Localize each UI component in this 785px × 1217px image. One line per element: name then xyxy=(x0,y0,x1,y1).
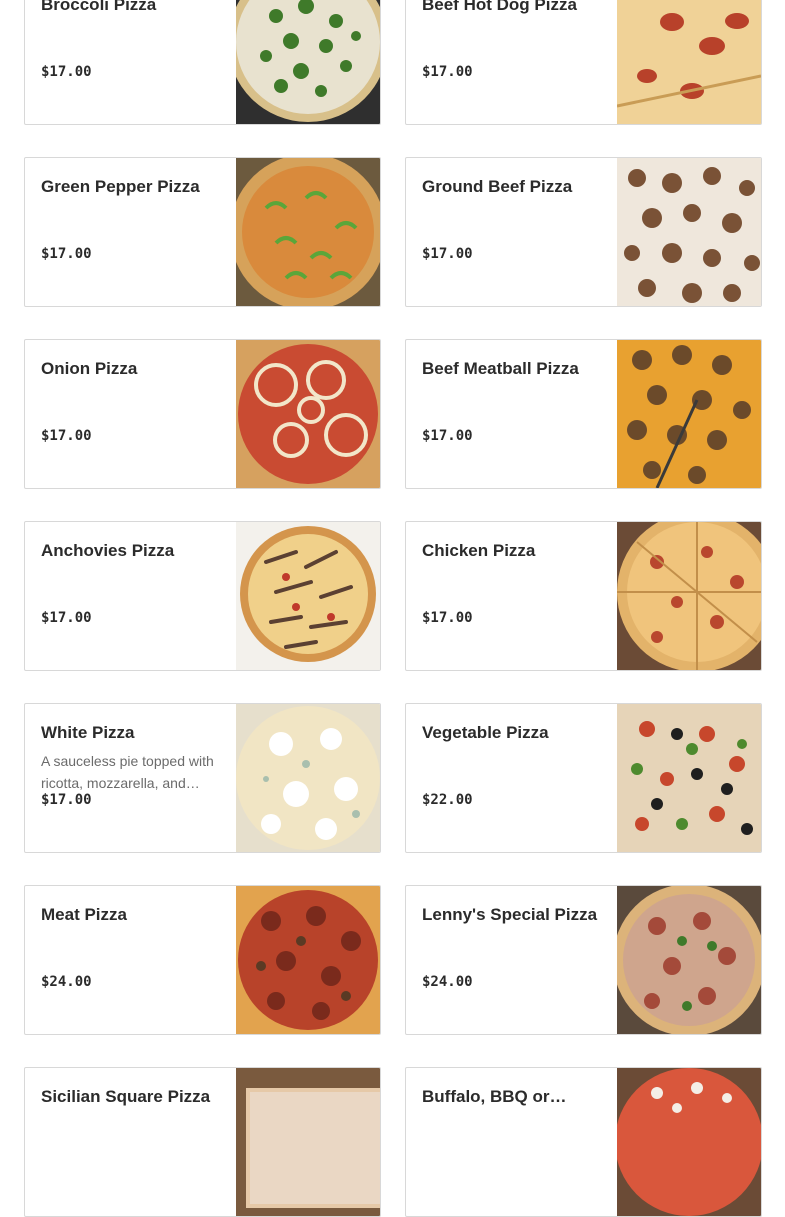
menu-item-card[interactable]: Anchovies Pizza $17.00 xyxy=(24,521,381,671)
green-pepper-pizza-image xyxy=(236,158,380,306)
item-price: $17.00 xyxy=(41,610,92,626)
item-name: Vegetable Pizza xyxy=(422,723,549,742)
item-name: Anchovies Pizza xyxy=(41,541,175,560)
item-name: Onion Pizza xyxy=(41,359,138,378)
item-name: Beef Hot Dog Pizza xyxy=(422,0,577,14)
item-name: Broccoli Pizza xyxy=(41,0,157,14)
menu-item-card[interactable]: Sicilian Square Pizza xyxy=(24,1067,381,1217)
menu-item-card[interactable]: Beef Hot Dog Pizza $17.00 xyxy=(405,0,762,125)
menu-item-card[interactable]: Buffalo, BBQ or… xyxy=(405,1067,762,1217)
ground-beef-pizza-image xyxy=(617,158,761,306)
item-name: Meat Pizza xyxy=(41,905,127,924)
item-price: $24.00 xyxy=(422,974,473,990)
anchovies-pizza-image xyxy=(236,522,380,670)
item-name: Sicilian Square Pizza xyxy=(41,1087,211,1106)
item-price: $17.00 xyxy=(41,246,92,262)
item-name: Green Pepper Pizza xyxy=(41,177,200,196)
menu-item-card[interactable]: Ground Beef Pizza $17.00 xyxy=(405,157,762,307)
sicilian-pizza-image xyxy=(236,1068,380,1216)
menu-item-card[interactable]: Green Pepper Pizza $17.00 xyxy=(24,157,381,307)
vegetable-pizza-image xyxy=(617,704,761,852)
item-name: Lenny's Special Pizza xyxy=(422,905,598,924)
item-name: Chicken Pizza xyxy=(422,541,536,560)
item-name: Beef Meatball Pizza xyxy=(422,359,579,378)
buffalo-pizza-image xyxy=(617,1068,761,1216)
item-name: Ground Beef Pizza xyxy=(422,177,573,196)
item-price: $17.00 xyxy=(422,610,473,626)
menu-item-card[interactable]: Beef Meatball Pizza $17.00 xyxy=(405,339,762,489)
white-pizza-image xyxy=(236,704,380,852)
menu-item-card[interactable]: Meat Pizza $24.00 xyxy=(24,885,381,1035)
menu-item-card[interactable]: Broccoli Pizza $17.00 xyxy=(24,0,381,125)
item-price: $17.00 xyxy=(422,64,473,80)
menu-item-card[interactable]: Lenny's Special Pizza $24.00 xyxy=(405,885,762,1035)
item-price: $17.00 xyxy=(41,64,92,80)
item-name: Buffalo, BBQ or… xyxy=(422,1087,567,1106)
meat-pizza-image xyxy=(236,886,380,1034)
menu-item-card[interactable]: Onion Pizza $17.00 xyxy=(24,339,381,489)
item-description: A sauceless pie topped with ricotta, moz… xyxy=(41,753,214,791)
menu-item-card[interactable]: Vegetable Pizza $22.00 xyxy=(405,703,762,853)
broccoli-pizza-image xyxy=(236,0,380,124)
item-price: $17.00 xyxy=(41,428,92,444)
meatball-pizza-image xyxy=(617,340,761,488)
menu-grid: Broccoli Pizza $17.00 Beef Hot Dog Pizza… xyxy=(0,0,785,1217)
menu-item-card[interactable]: Chicken Pizza $17.00 xyxy=(405,521,762,671)
menu-item-card[interactable]: White Pizza A sauceless pie topped with … xyxy=(24,703,381,853)
hot-dog-pizza-image xyxy=(617,0,761,124)
onion-pizza-image xyxy=(236,340,380,488)
item-price: $17.00 xyxy=(422,428,473,444)
special-pizza-image xyxy=(617,886,761,1034)
chicken-pizza-image xyxy=(617,522,761,670)
item-price: $22.00 xyxy=(422,792,473,808)
item-name: White Pizza xyxy=(41,723,135,742)
item-price: $17.00 xyxy=(41,792,92,808)
item-price: $24.00 xyxy=(41,974,92,990)
item-price: $17.00 xyxy=(422,246,473,262)
